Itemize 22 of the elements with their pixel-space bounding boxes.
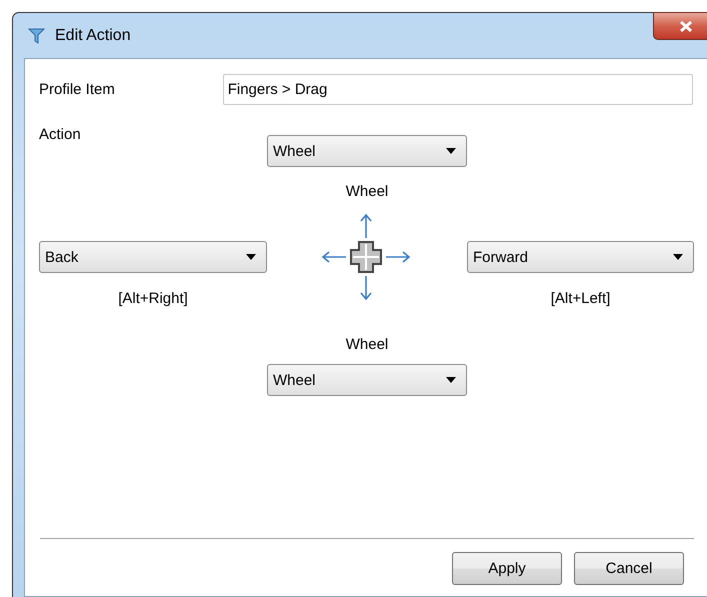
caret-icon <box>446 377 456 383</box>
dropdown[interactable]: Back <box>39 241 267 273</box>
section-label: Action <box>39 126 82 143</box>
direction-caption: [Alt+Left] <box>550 290 610 307</box>
apply-button[interactable]: Apply <box>452 552 562 585</box>
profile-item-field[interactable]: Fingers > Drag <box>222 74 693 105</box>
funnel-icon <box>28 28 45 44</box>
direction-caption: [Alt+Right] <box>118 290 188 307</box>
field-label: Profile Item <box>39 81 116 98</box>
dropdown[interactable]: Wheel <box>267 135 467 167</box>
cancel-button[interactable]: Cancel <box>574 552 684 585</box>
close-icon <box>679 20 693 32</box>
caret-icon <box>246 254 256 260</box>
dropdown[interactable]: Wheel <box>267 364 467 396</box>
window-title: Edit Action <box>55 26 131 44</box>
close-button[interactable] <box>653 12 707 40</box>
caret-icon <box>446 148 456 154</box>
move-arrows-icon <box>320 213 410 301</box>
caret-icon <box>673 254 683 260</box>
direction-caption: Wheel <box>346 336 388 353</box>
dropdown[interactable]: Forward <box>467 241 694 273</box>
direction-caption: Wheel <box>346 183 388 200</box>
